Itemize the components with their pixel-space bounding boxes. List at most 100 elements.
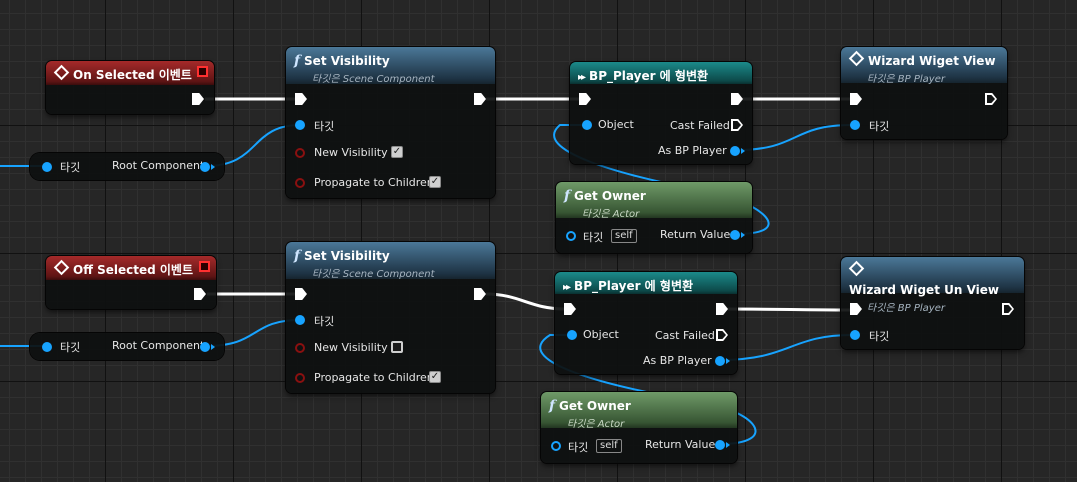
object-in-pin[interactable]	[582, 120, 592, 130]
exec-in-pin[interactable]	[850, 93, 862, 105]
target-label: 타깃	[869, 120, 890, 133]
return-value-pin[interactable]	[730, 230, 745, 240]
as-bp-player-label: As BP Player	[643, 354, 712, 367]
propagate-pin[interactable]	[295, 373, 305, 383]
cast-to-bp-player-node[interactable]: ▸▸ BP_Player 에 형변환 Object Cast Failed As …	[555, 272, 737, 374]
as-bp-player-label: As BP Player	[658, 144, 727, 157]
target-label: 타깃	[314, 315, 335, 328]
function-call-icon	[848, 50, 865, 67]
target-in-pin[interactable]	[551, 441, 561, 451]
function-call-icon	[848, 260, 865, 277]
self-default[interactable]: self	[611, 229, 637, 243]
node-subtitle: 타깃은 Scene Component	[312, 269, 435, 280]
node-title: Wizard Wiget Un View	[849, 283, 999, 297]
exec-out-pin[interactable]	[192, 93, 204, 105]
cast-failed-pin[interactable]	[716, 329, 728, 341]
node-subtitle: 타깃은 Actor	[567, 419, 625, 430]
exec-out-pin[interactable]	[731, 93, 743, 105]
delegate-pin[interactable]	[197, 66, 208, 77]
object-label: Object	[598, 118, 634, 131]
exec-out-pin[interactable]	[474, 93, 486, 105]
cast-icon: ▸▸	[578, 72, 586, 83]
exec-in-pin[interactable]	[579, 93, 591, 105]
target-label: 타깃	[583, 231, 604, 244]
new-visibility-checkbox[interactable]	[391, 341, 403, 353]
exec-out-pin[interactable]	[985, 93, 997, 105]
root-component-out-pin[interactable]	[200, 162, 215, 172]
on-selected-event-node[interactable]: On Selected 이벤트	[46, 61, 214, 114]
object-wire	[735, 124, 853, 151]
event-title: Off Selected 이벤트	[73, 263, 194, 277]
new-visibility-pin[interactable]	[295, 343, 305, 353]
target-label: 타깃	[60, 341, 81, 354]
object-wire	[719, 334, 853, 361]
target-in-pin[interactable]	[566, 231, 576, 241]
root-component-out-pin[interactable]	[200, 342, 215, 352]
cast-failed-pin[interactable]	[731, 119, 743, 131]
root-component-node[interactable]: 타깃 Root Component	[30, 153, 224, 180]
target-in-pin[interactable]	[295, 120, 305, 130]
node-subtitle: 타깃은 Scene Component	[312, 74, 435, 85]
propagate-label: Propagate to Children	[314, 176, 434, 189]
event-icon	[53, 259, 70, 276]
propagate-checkbox[interactable]: ✓	[429, 371, 441, 383]
node-subtitle: 타깃은 BP Player	[867, 303, 945, 314]
return-value-label: Return Value	[660, 228, 731, 241]
exec-out-pin[interactable]	[474, 288, 486, 300]
object-in-pin[interactable]	[567, 330, 577, 340]
set-visibility-node[interactable]: f Set Visibility 타깃은 Scene Component 타깃 N…	[286, 47, 495, 198]
exec-wire	[485, 292, 566, 311]
object-label: Object	[583, 328, 619, 341]
propagate-checkbox[interactable]: ✓	[429, 176, 441, 188]
wizard-wiget-unview-node[interactable]: Wizard Wiget Un View 타깃은 BP Player 타깃	[841, 257, 1024, 349]
new-visibility-checkbox[interactable]: ✓	[391, 146, 403, 158]
new-visibility-label: New Visibility	[314, 146, 388, 159]
cast-icon: ▸▸	[563, 282, 571, 293]
propagate-pin[interactable]	[295, 178, 305, 188]
root-component-label: Root Component	[112, 159, 205, 172]
node-title: BP_Player 에 형변환	[574, 279, 694, 293]
self-default[interactable]: self	[596, 439, 622, 453]
as-bp-player-pin[interactable]	[730, 146, 745, 156]
target-in-pin[interactable]	[42, 342, 52, 352]
root-component-node[interactable]: 타깃 Root Component	[30, 333, 224, 360]
target-label: 타깃	[568, 441, 589, 454]
target-in-pin[interactable]	[42, 162, 52, 172]
target-label: 타깃	[314, 120, 335, 133]
return-value-label: Return Value	[645, 438, 716, 451]
cast-to-bp-player-node[interactable]: ▸▸ BP_Player 에 형변환 Object Cast Failed As …	[570, 62, 752, 164]
exec-in-pin[interactable]	[850, 303, 862, 315]
new-visibility-label: New Visibility	[314, 341, 388, 354]
target-label: 타깃	[869, 330, 890, 343]
exec-out-pin[interactable]	[716, 303, 728, 315]
delegate-pin[interactable]	[199, 261, 210, 272]
target-in-pin[interactable]	[850, 120, 860, 130]
exec-in-pin[interactable]	[295, 288, 307, 300]
wizard-wiget-view-node[interactable]: Wizard Wiget View 타깃은 BP Player 타깃	[841, 47, 1007, 139]
node-subtitle: 타깃은 BP Player	[867, 74, 945, 85]
get-owner-node[interactable]: f Get Owner 타깃은 Actor 타깃 self Return Valu…	[556, 182, 752, 253]
function-icon: f	[294, 53, 301, 69]
cast-failed-label: Cast Failed	[655, 329, 715, 342]
new-visibility-pin[interactable]	[295, 148, 305, 158]
function-icon: f	[549, 398, 556, 414]
target-in-pin[interactable]	[850, 330, 860, 340]
exec-out-pin[interactable]	[194, 288, 206, 300]
node-subtitle: 타깃은 Actor	[582, 209, 640, 220]
event-icon	[53, 64, 70, 81]
node-title: BP_Player 에 형변환	[589, 69, 709, 83]
off-selected-event-node[interactable]: Off Selected 이벤트	[46, 256, 216, 309]
node-title: Get Owner	[559, 399, 631, 413]
node-title: Get Owner	[574, 189, 646, 203]
node-title: Wizard Wiget View	[868, 54, 996, 68]
cast-failed-label: Cast Failed	[670, 119, 730, 132]
get-owner-node[interactable]: f Get Owner 타깃은 Actor 타깃 self Return Valu…	[541, 392, 737, 463]
as-bp-player-pin[interactable]	[715, 356, 730, 366]
set-visibility-node[interactable]: f Set Visibility 타깃은 Scene Component 타깃 N…	[286, 242, 495, 393]
exec-in-pin[interactable]	[295, 93, 307, 105]
return-value-pin[interactable]	[715, 440, 730, 450]
target-in-pin[interactable]	[295, 315, 305, 325]
function-icon: f	[564, 188, 571, 204]
exec-in-pin[interactable]	[564, 303, 576, 315]
root-component-label: Root Component	[112, 339, 205, 352]
